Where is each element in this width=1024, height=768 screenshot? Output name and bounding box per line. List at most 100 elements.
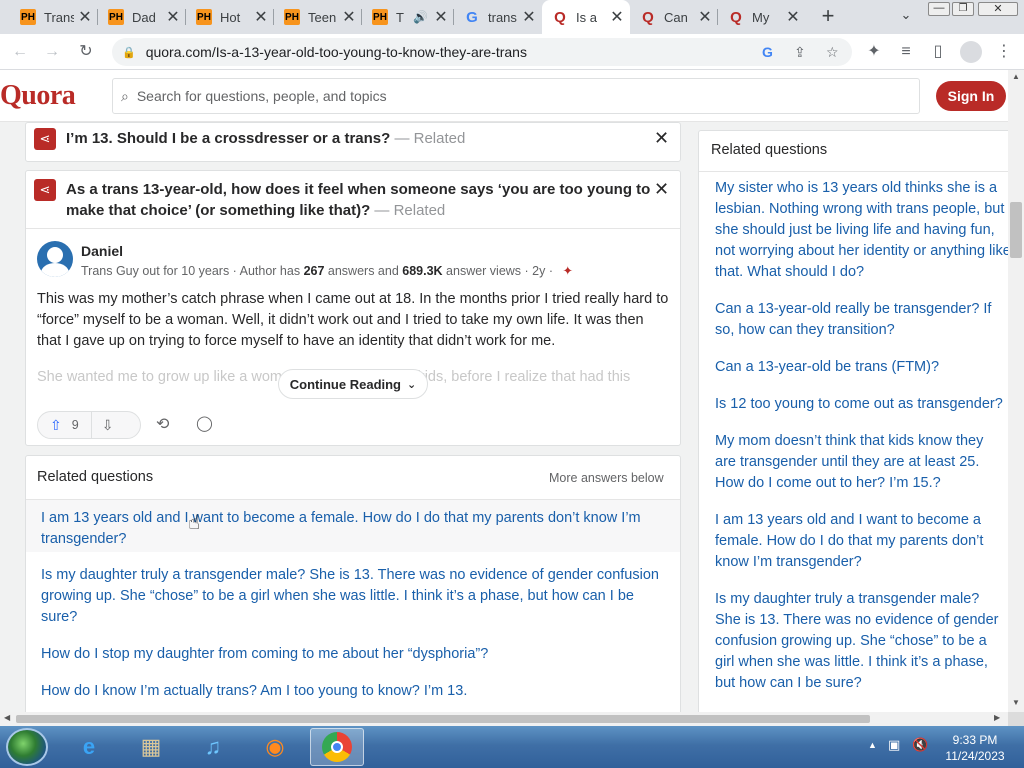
tab-title: T [396, 9, 404, 25]
section-heading: Related questions [37, 469, 154, 485]
firefox-icon[interactable]: ◉ [248, 728, 302, 766]
sidebar-question-link[interactable]: Can a 13-year-old be trans (FTM)? [715, 357, 1005, 378]
tab-close-icon[interactable]: ✕ [522, 7, 536, 27]
extensions-icon[interactable]: ✦ [864, 42, 884, 62]
follow-plus-icon[interactable]: ✦ [563, 264, 573, 278]
itunes-icon[interactable]: ♫ [186, 728, 240, 766]
browser-toolbar: ← → ↻ 🔒 quora.com/Is-a-13-year-old-too-y… [0, 34, 1024, 70]
tab-close-icon[interactable]: ✕ [434, 7, 448, 27]
back-icon[interactable]: ← [10, 42, 30, 62]
profile-avatar-icon[interactable] [960, 41, 982, 63]
close-icon[interactable]: ✕ [654, 179, 669, 200]
scroll-down-icon[interactable]: ▼ [1012, 698, 1020, 707]
reload-icon[interactable]: ↻ [76, 42, 96, 62]
sign-in-button[interactable]: Sign In [936, 81, 1006, 111]
sidebar-question-link[interactable]: My mom doesn’t think that kids know they… [715, 431, 1005, 494]
tab-5[interactable]: PH T 🔊 ✕ [362, 0, 454, 34]
related-question-title-line1[interactable]: As a trans 13-year-old, how does it feel… [66, 181, 650, 198]
tab-close-icon[interactable]: ✕ [78, 7, 92, 27]
share-icon[interactable]: ⇪ [794, 44, 806, 61]
related-question-title[interactable]: I’m 13. Should I be a crossdresser or a … [66, 130, 390, 147]
tab-9[interactable]: Q My ✕ [718, 0, 806, 34]
minimize-icon[interactable]: — [928, 2, 950, 16]
tab-title: trans [488, 9, 517, 25]
scroll-right-icon[interactable]: ▶ [994, 713, 1000, 722]
tab-close-icon[interactable]: ✕ [254, 7, 268, 27]
related-question-link[interactable]: Is my daughter truly a transgender male?… [41, 565, 671, 628]
related-label: — Related [394, 130, 466, 147]
scroll-left-icon[interactable]: ◀ [4, 713, 10, 722]
show-hidden-icons-icon[interactable]: ▲ [868, 740, 877, 750]
related-question-link[interactable]: How do I stop my daughter from coming to… [41, 644, 671, 665]
tab-title: Trans [44, 9, 74, 25]
sidebar-question-link[interactable]: I am 13 years old and I want to become a… [715, 510, 1005, 573]
sidebar-question-link[interactable]: Can a 13-year-old really be transgender?… [715, 299, 1005, 341]
tab-close-icon[interactable]: ✕ [610, 7, 624, 27]
clock[interactable]: 9:33 PM 11/24/2023 [940, 732, 1010, 764]
tab-2[interactable]: PH Dad ✕ [98, 0, 186, 34]
comment-icon[interactable]: ◯ [196, 414, 213, 432]
sidebar-question-link[interactable]: Is 12 too young to come out as transgend… [715, 394, 1005, 415]
network-icon[interactable]: ▣ [888, 737, 900, 753]
avatar[interactable] [37, 241, 73, 277]
chrome-taskbar-button[interactable] [310, 728, 364, 766]
more-answers-below: More answers below [549, 471, 664, 485]
sidebar-question-link[interactable]: Is my daughter truly a transgender male?… [715, 589, 1005, 694]
menu-kebab-icon[interactable]: ⋮ [994, 42, 1014, 62]
scrollbar-thumb[interactable] [1010, 202, 1022, 258]
vertical-scrollbar[interactable]: ▲ ▼ [1008, 70, 1024, 712]
quora-logo[interactable]: Quora [0, 80, 76, 112]
tab-close-icon[interactable]: ✕ [166, 7, 180, 27]
scrollbar-thumb[interactable] [16, 715, 870, 723]
share-reshare-icon[interactable]: ⟲ [156, 414, 169, 434]
address-bar[interactable]: 🔒 quora.com/Is-a-13-year-old-too-young-t… [112, 38, 852, 66]
close-icon[interactable]: ✕ [654, 128, 669, 149]
tab-close-icon[interactable]: ✕ [698, 7, 712, 27]
related-question-link[interactable]: I am 13 years old and I want to become a… [41, 508, 671, 550]
google-lens-icon[interactable]: G [762, 44, 773, 60]
related-question-link[interactable]: How do I know I’m actually trans? Am I t… [41, 681, 671, 702]
tab-close-icon[interactable]: ✕ [786, 7, 800, 27]
media-control-icon[interactable]: ≡ [896, 42, 916, 62]
bookmark-star-icon[interactable]: ☆ [826, 44, 839, 61]
side-panel-icon[interactable]: ▯ [928, 42, 948, 62]
volume-muted-icon[interactable]: 🔇 [912, 737, 928, 753]
lock-icon: 🔒 [122, 46, 136, 59]
file-explorer-icon[interactable]: ▦ [124, 728, 178, 766]
scroll-up-icon[interactable]: ▲ [1012, 72, 1020, 81]
tab-title: Can [664, 9, 688, 25]
tab-title: Teen [308, 9, 337, 25]
ph-favicon-icon: PH [284, 9, 300, 25]
quora-favicon-icon: Q [730, 8, 742, 26]
sidebar-question-link[interactable]: My sister who is 13 years old thinks she… [715, 178, 1008, 283]
related-question-card[interactable]: ⋖ I’m 13. Should I be a crossdresser or … [25, 122, 681, 162]
horizontal-scrollbar[interactable]: ◀ ▶ [0, 712, 1008, 726]
search-icon: ⌕ [121, 87, 129, 104]
tab-1[interactable]: PH Trans ✕ [10, 0, 98, 34]
upvote-icon[interactable]: ⇧ [50, 417, 62, 434]
search-input[interactable]: ⌕ Search for questions, people, and topi… [112, 78, 920, 114]
clock-time: 9:33 PM [952, 733, 998, 747]
related-question-title-line2[interactable]: make that choice’ (or something like tha… [66, 202, 370, 219]
continue-reading-button[interactable]: Continue Reading ⌄ [278, 369, 428, 399]
new-tab-icon[interactable]: + [816, 4, 840, 28]
downvote-icon[interactable]: ⇩ [102, 417, 114, 434]
related-label: — Related [374, 202, 446, 219]
close-window-icon[interactable]: ✕ [978, 2, 1018, 16]
tab-8[interactable]: Q Can ✕ [630, 0, 718, 34]
forward-icon[interactable]: → [42, 42, 62, 62]
tab-7-active[interactable]: Q Is a ✕ [542, 0, 630, 34]
tab-3[interactable]: PH Hot ✕ [186, 0, 274, 34]
author-name[interactable]: Daniel [81, 243, 123, 259]
page-content: ⋖ I’m 13. Should I be a crossdresser or … [0, 122, 1008, 712]
scrollbar-corner [1008, 712, 1024, 726]
restore-icon[interactable]: ❐ [952, 2, 974, 16]
tab-close-icon[interactable]: ✕ [342, 7, 356, 27]
internet-explorer-icon[interactable]: e [62, 728, 116, 766]
tab-6[interactable]: G trans ✕ [454, 0, 542, 34]
vote-pill: ⇧ 9 ⇩ [37, 411, 141, 439]
start-button[interactable] [6, 728, 48, 766]
credential-text: Trans Guy out for 10 years · Author has [81, 264, 304, 278]
tab-search-chevron-icon[interactable]: ⌄ [896, 7, 916, 27]
tab-4[interactable]: PH Teen ✕ [274, 0, 362, 34]
